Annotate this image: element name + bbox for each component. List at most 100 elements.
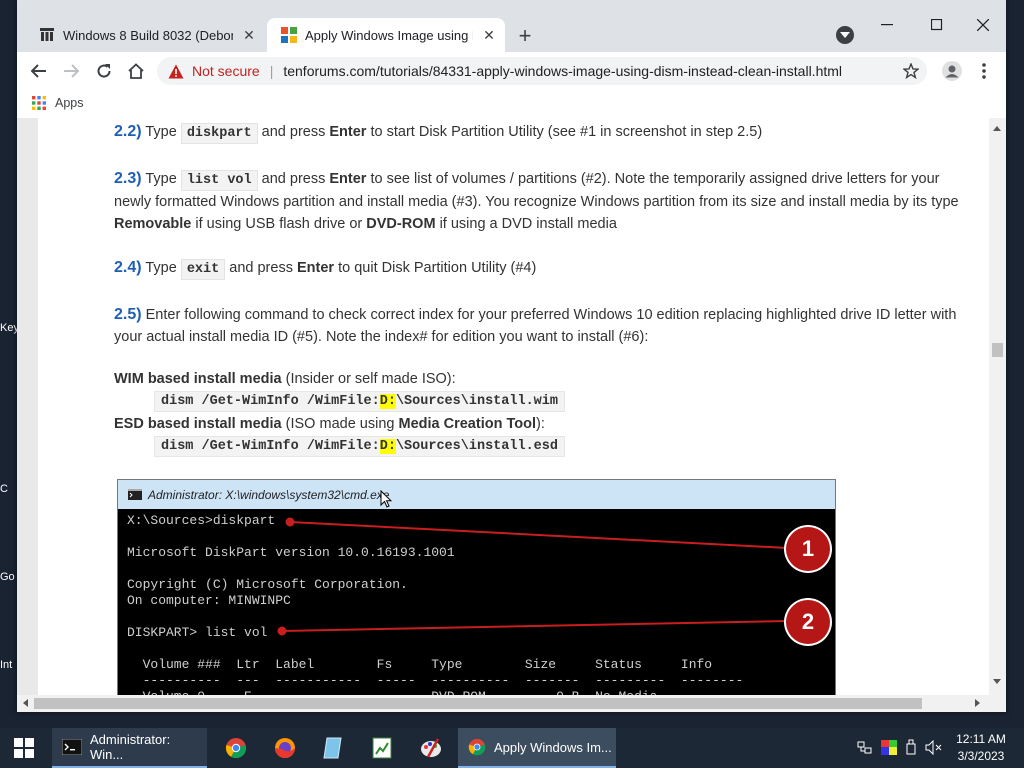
spreadsheet-icon[interactable]: [358, 728, 406, 768]
warning-icon[interactable]: [168, 64, 184, 79]
minimize-icon[interactable]: [864, 10, 910, 40]
terminal-line: On computer: MINWINPC: [127, 593, 291, 608]
apps-shortcut[interactable]: Apps: [32, 96, 84, 110]
horizontal-scrollbar[interactable]: [17, 695, 989, 712]
cmd-screenshot-image[interactable]: Administrator: X:\windows\system32\cmd.e…: [117, 479, 836, 712]
inline-code: exit: [180, 259, 226, 280]
callout-badge: 1: [786, 527, 830, 571]
browser-window: Windows 8 Build 8032 (Debombe ✕ Apply Wi…: [17, 0, 1006, 712]
mouse-cursor-icon: [380, 490, 392, 508]
step-number: 2.3): [114, 170, 142, 187]
scroll-down-icon[interactable]: [993, 679, 1001, 684]
forward-arrow-icon[interactable]: [57, 58, 85, 84]
command-text: \Sources\install.esd: [395, 439, 558, 454]
tab-search-icon[interactable]: [836, 26, 854, 44]
terminal-line: X:\Sources>diskpart: [127, 513, 276, 528]
step-number: 2.5): [114, 306, 142, 323]
command-text: dism /Get-WimInfo /WimFile:: [161, 439, 380, 454]
firefox-icon[interactable]: [261, 728, 309, 768]
tab-title: Apply Windows Image using DIS: [305, 27, 473, 43]
page-viewport: 2.2) Type diskpart and press Enter to st…: [17, 118, 1006, 712]
command-text: \Sources\install.wim: [395, 394, 558, 409]
clock-time: 12:11 AM: [956, 732, 1006, 746]
step-text: and press: [261, 124, 326, 140]
terminal-line: Volume ### Ltr Label Fs Type Size Status…: [127, 657, 713, 672]
usb-drive-icon[interactable]: [906, 739, 916, 755]
columns-icon: [39, 27, 55, 43]
profile-avatar-icon[interactable]: [938, 58, 966, 84]
chrome-icon[interactable]: [212, 728, 260, 768]
not-secure-label[interactable]: Not secure: [192, 63, 260, 79]
notepad-icon[interactable]: [309, 728, 357, 768]
scroll-right-icon[interactable]: [975, 699, 980, 707]
address-bar[interactable]: Not secure | tenforums.com/tutorials/843…: [157, 57, 927, 85]
step-2-4: 2.4) Type exit and press Enter to quit D…: [114, 257, 994, 281]
clock[interactable]: 12:11 AM 3/3/2023: [948, 731, 1014, 765]
browser-toolbar: Not secure | tenforums.com/tutorials/843…: [17, 52, 1006, 90]
close-tab-icon[interactable]: ✕: [481, 27, 497, 43]
step-number: 2.2): [114, 123, 142, 140]
highlighted-drive-letter: D:: [379, 439, 396, 454]
volume-muted-icon[interactable]: [925, 739, 943, 755]
step-text: to quit Disk Partition Utility (#4): [338, 260, 537, 276]
step-text: to start Disk Partition Utility (see #1 …: [370, 124, 763, 140]
step-text: Type: [145, 124, 177, 140]
tab-apply-windows-image[interactable]: Apply Windows Image using DIS ✕: [267, 18, 505, 52]
cmd-icon: [62, 739, 82, 755]
step-2-3-line3: Removable if using USB flash drive or DV…: [114, 213, 994, 235]
home-icon[interactable]: [122, 58, 150, 84]
page-left-margin: [17, 118, 38, 712]
scroll-left-icon[interactable]: [23, 699, 28, 707]
reload-icon[interactable]: [90, 58, 118, 84]
bookmarks-bar: Apps: [17, 90, 1006, 119]
close-tab-icon[interactable]: ✕: [241, 27, 257, 43]
vertical-scrollbar[interactable]: [989, 118, 1006, 712]
step-text: ):: [536, 416, 545, 432]
desktop-icon-label: C: [0, 483, 8, 495]
esd-command[interactable]: dism /Get-WimInfo /WimFile:D:\Sources\in…: [154, 436, 565, 457]
step-text: and press: [261, 171, 326, 187]
desktop-icon-label: Int: [0, 659, 13, 671]
tab-windows8-build[interactable]: Windows 8 Build 8032 (Debombe ✕: [25, 18, 265, 52]
key-name: Enter: [329, 171, 367, 187]
highlighted-drive-letter: D:: [379, 394, 396, 409]
new-tab-button[interactable]: +: [513, 23, 537, 48]
step-text: and press: [229, 260, 293, 276]
horizontal-scrollbar-thumb[interactable]: [34, 698, 922, 709]
close-window-icon[interactable]: [960, 10, 1006, 40]
bold-term: Media Creation Tool: [398, 416, 537, 432]
taskbar-chrome-button[interactable]: Apply Windows Im...: [458, 728, 616, 768]
chrome-icon: [468, 738, 486, 756]
step-text: (ISO made using: [285, 416, 395, 432]
wim-command[interactable]: dism /Get-WimInfo /WimFile:D:\Sources\in…: [154, 391, 565, 412]
tab-title: Windows 8 Build 8032 (Debombe: [63, 27, 233, 43]
step-text: if using USB flash drive or: [195, 216, 363, 232]
network-icon[interactable]: [857, 740, 872, 755]
step-number: 2.4): [114, 259, 142, 276]
terminal-line: Copyright (C) Microsoft Corporation.: [127, 577, 408, 592]
command-text: dism /Get-WimInfo /WimFile:: [161, 394, 380, 409]
taskbar-chrome-label: Apply Windows Im...: [494, 739, 612, 755]
step-text: if using a DVD install media: [439, 216, 617, 232]
back-arrow-icon[interactable]: [25, 58, 53, 84]
vertical-scrollbar-thumb[interactable]: [992, 343, 1003, 357]
taskbar-cmd-button[interactable]: Administrator: Win...: [52, 728, 207, 768]
bookmark-star-icon[interactable]: [897, 58, 925, 84]
terminal-line: ---------- --- ----------- ----- -------…: [127, 673, 744, 688]
taskbar-cmd-label: Administrator: Win...: [90, 732, 171, 762]
bold-term: Removable: [114, 216, 192, 232]
menu-kebab-icon[interactable]: [970, 58, 998, 84]
desktop-icon-label: Go: [0, 571, 15, 583]
paint-icon[interactable]: [407, 728, 455, 768]
display-icon[interactable]: [881, 739, 897, 755]
key-name: Enter: [296, 260, 335, 276]
step-text: Type: [145, 260, 177, 276]
scroll-up-icon[interactable]: [993, 126, 1001, 131]
step-2-3-line2: newly formatted Windows partition and in…: [114, 194, 959, 210]
start-windows-icon[interactable]: [0, 728, 48, 768]
maximize-icon[interactable]: [914, 10, 960, 40]
url-text[interactable]: tenforums.com/tutorials/84331-apply-wind…: [283, 63, 842, 79]
step-2-5-line2: your actual install media ID (#5). Note …: [114, 329, 649, 345]
key-name: Enter: [329, 124, 367, 140]
bold-term: ESD based install media: [114, 416, 282, 432]
